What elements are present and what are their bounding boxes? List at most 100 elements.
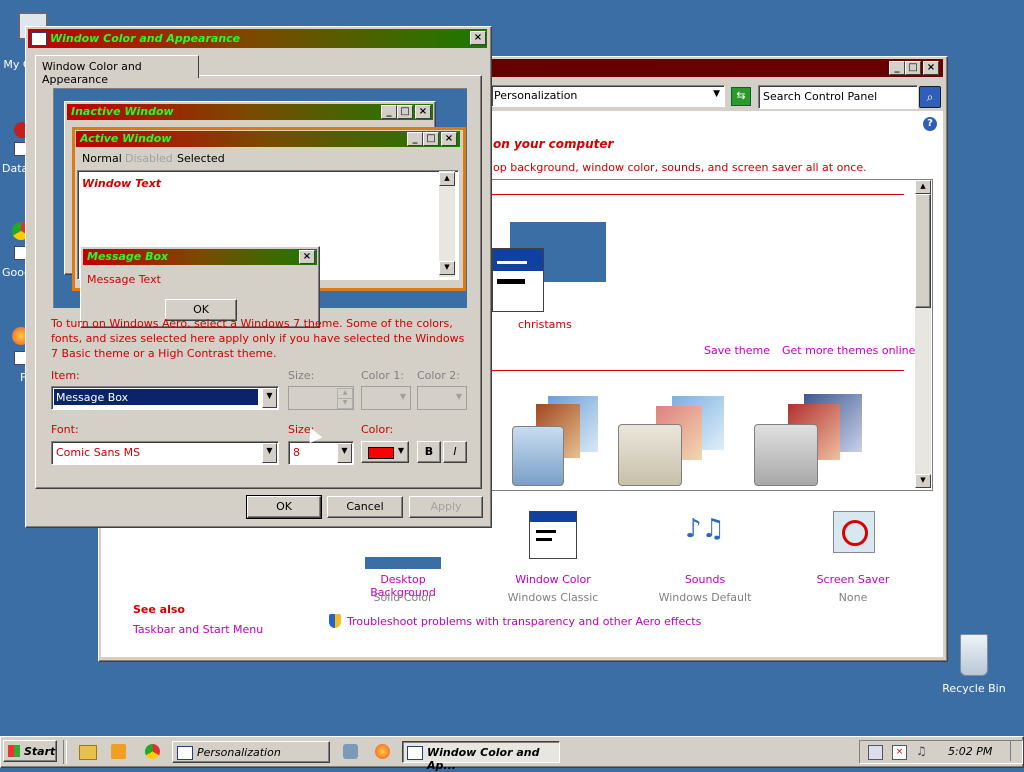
firefox-icon[interactable] bbox=[375, 744, 390, 759]
troubleshoot-link[interactable]: Troubleshoot problems with transparency … bbox=[347, 615, 701, 628]
recycle-bin-icon bbox=[960, 634, 988, 676]
task-personalization[interactable]: Personalization bbox=[172, 741, 330, 763]
thumbnail-glass bbox=[754, 424, 818, 486]
cancel-button[interactable]: Cancel bbox=[327, 496, 403, 518]
start-button[interactable]: Start bbox=[3, 740, 57, 762]
chevron-down-icon[interactable]: ▼ bbox=[262, 443, 277, 463]
font-color-button[interactable]: ▼ bbox=[361, 441, 409, 463]
taskbar: Start Personalization Window Color and A… bbox=[0, 736, 1024, 772]
preview-active-titlebar: Active Window bbox=[76, 131, 460, 147]
item-sub: Windows Classic bbox=[507, 591, 599, 604]
task-window-icon bbox=[407, 746, 423, 760]
window-color-item[interactable]: Window Color Windows Classic bbox=[501, 509, 601, 649]
theme-preview-window bbox=[492, 248, 544, 312]
preview-maximize-icon: □ bbox=[397, 105, 413, 119]
network-icon[interactable] bbox=[343, 744, 358, 759]
scroll-up-arrow[interactable]: ▲ bbox=[915, 180, 931, 194]
window-color-dialog: Window Color and Appearance × Window Col… bbox=[25, 26, 492, 528]
quick-launch-separator bbox=[63, 740, 67, 764]
tab-window-color[interactable]: Window Color and Appearance bbox=[35, 55, 199, 86]
apply-button[interactable]: Apply bbox=[409, 496, 483, 518]
system-tray: × ♫ 5:02 PM bbox=[859, 740, 1023, 764]
task-label: Personalization bbox=[197, 746, 281, 759]
close-button[interactable]: × bbox=[923, 61, 939, 75]
help-icon[interactable]: ? bbox=[923, 117, 937, 131]
save-theme-link[interactable]: Save theme bbox=[704, 344, 770, 357]
preview-menu-selected: Selected bbox=[177, 152, 225, 165]
dialog-titlebar[interactable]: Window Color and Appearance bbox=[28, 29, 487, 48]
preview-titlebar bbox=[493, 249, 543, 271]
bold-button[interactable]: B bbox=[417, 441, 441, 463]
preview-msgbox-titlebar: Message Box bbox=[83, 249, 317, 265]
color-swatch bbox=[368, 447, 394, 459]
sounds-item[interactable]: ♪♫ Sounds Windows Default bbox=[655, 509, 755, 649]
item-label: Item: bbox=[51, 369, 80, 382]
see-also-heading: See also bbox=[133, 603, 185, 616]
preview-window-text: Window Text bbox=[82, 177, 162, 190]
window-icon bbox=[31, 32, 47, 46]
item-sub: Solid Color bbox=[373, 591, 433, 604]
task-label: Window Color and Ap... bbox=[427, 746, 540, 772]
desktop-background-item[interactable]: Desktop Background Solid Color bbox=[351, 557, 461, 647]
shield-icon bbox=[329, 614, 341, 628]
font-size-dropdown[interactable]: 8 ▼ bbox=[288, 441, 354, 465]
show-desktop-button[interactable] bbox=[1010, 741, 1021, 761]
maximize-button[interactable]: □ bbox=[905, 61, 921, 75]
info-text: To turn on Windows Aero, select a Window… bbox=[51, 317, 465, 360]
font-label: Font: bbox=[51, 423, 79, 436]
action-center-icon[interactable]: × bbox=[892, 745, 907, 760]
get-more-themes-link[interactable]: Get more themes online bbox=[782, 344, 915, 357]
item-label[interactable]: Sounds bbox=[655, 573, 755, 586]
desktop-icon-label: Recycle Bin bbox=[942, 682, 1006, 695]
dialog-title: Window Color and Appearance bbox=[50, 32, 241, 45]
theme-thumbnail[interactable] bbox=[512, 392, 602, 486]
item-label[interactable]: Screen Saver bbox=[803, 573, 903, 586]
task-window-color[interactable]: Window Color and Ap... bbox=[402, 741, 560, 772]
chevron-down-icon: ▼ bbox=[399, 392, 406, 401]
theme-list: christams Save theme Get more themes onl… bbox=[491, 179, 933, 491]
italic-button[interactable]: I bbox=[443, 441, 467, 463]
font-dropdown[interactable]: Comic Sans MS ▼ bbox=[51, 441, 279, 465]
sounds-icon: ♪♫ bbox=[685, 514, 725, 544]
chevron-down-icon: ▼ bbox=[455, 392, 462, 401]
minimize-button[interactable]: _ bbox=[889, 61, 905, 75]
preview-menu-normal: Normal bbox=[82, 152, 122, 165]
theme-name[interactable]: christams bbox=[518, 318, 572, 331]
chevron-down-icon[interactable]: ▼ bbox=[262, 388, 277, 408]
theme-thumbnail[interactable] bbox=[754, 392, 874, 486]
chrome-icon[interactable] bbox=[145, 744, 160, 759]
chevron-down-icon[interactable]: ▼ bbox=[337, 443, 352, 463]
preview-scrollbar: ▲ ▼ bbox=[439, 171, 455, 277]
chevron-down-icon[interactable]: ▼ bbox=[713, 89, 720, 99]
network-tray-icon[interactable] bbox=[868, 745, 883, 760]
vertical-scrollbar[interactable]: ▲ ▼ bbox=[915, 180, 931, 488]
preview-inactive-titlebar: Inactive Window bbox=[67, 104, 433, 120]
item-label[interactable]: Window Color bbox=[501, 573, 605, 586]
search-icon[interactable]: ⌕ bbox=[919, 86, 941, 108]
volume-icon[interactable]: ♫ bbox=[916, 745, 929, 758]
search-input[interactable]: Search Control Panel bbox=[758, 85, 918, 109]
preview-maximize-icon: □ bbox=[423, 132, 439, 146]
refresh-icon[interactable]: ⇆ bbox=[731, 87, 751, 106]
appearance-preview: Inactive Window _ □ × Active Window _ □ … bbox=[53, 88, 467, 328]
spin-down-icon: ▼ bbox=[337, 398, 353, 409]
scroll-down-arrow[interactable]: ▼ bbox=[915, 474, 931, 488]
preview-close-icon: × bbox=[299, 250, 315, 264]
desktop-icon-recycle-bin[interactable]: Recycle Bin bbox=[940, 630, 1008, 700]
theme-thumbnail[interactable] bbox=[618, 392, 738, 486]
media-player-icon[interactable] bbox=[111, 744, 126, 759]
screen-saver-item[interactable]: Screen Saver None bbox=[803, 509, 903, 649]
scroll-thumb[interactable] bbox=[915, 194, 931, 308]
page-subheading: op background, window color, sounds, and… bbox=[493, 161, 867, 174]
taskbar-start-menu-link[interactable]: Taskbar and Start Menu bbox=[133, 623, 263, 636]
clock[interactable]: 5:02 PM bbox=[948, 745, 992, 758]
close-button[interactable]: × bbox=[470, 31, 486, 45]
font-dropdown-value: Comic Sans MS bbox=[56, 446, 141, 459]
size-label: Size: bbox=[288, 369, 315, 382]
item-dropdown[interactable]: Message Box ▼ bbox=[51, 386, 279, 410]
item-sub: None bbox=[838, 591, 868, 604]
address-bar[interactable]: Personalization ▼ bbox=[491, 85, 725, 107]
explorer-icon[interactable] bbox=[79, 745, 97, 760]
color1-picker: ▼ bbox=[361, 386, 411, 410]
ok-button[interactable]: OK bbox=[246, 495, 322, 519]
